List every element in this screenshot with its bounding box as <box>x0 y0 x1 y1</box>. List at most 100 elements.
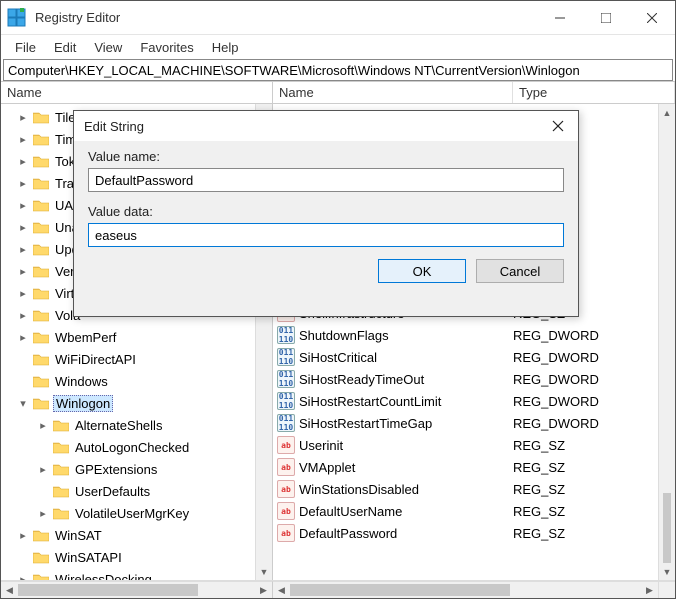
menu-favorites[interactable]: Favorites <box>132 38 201 57</box>
value-type: REG_SZ <box>513 438 675 453</box>
col-header-name[interactable]: Name <box>273 82 513 103</box>
expand-icon[interactable]: ▸ <box>17 155 29 168</box>
folder-icon <box>53 485 69 498</box>
expand-icon[interactable]: ▸ <box>17 573 29 581</box>
tree-item[interactable]: AutoLogonChecked <box>1 436 272 458</box>
expand-icon[interactable]: ▸ <box>37 419 49 432</box>
folder-icon <box>33 529 49 542</box>
cancel-button[interactable]: Cancel <box>476 259 564 283</box>
app-icon <box>7 8 27 28</box>
folder-icon <box>53 463 69 476</box>
tree-header-name[interactable]: Name <box>1 82 241 103</box>
scroll-right-icon[interactable]: ▶ <box>641 582 658 598</box>
scroll-thumb[interactable] <box>663 493 671 563</box>
close-button[interactable] <box>629 1 675 35</box>
value-type: REG_DWORD <box>513 416 675 431</box>
size-grip[interactable] <box>658 582 675 598</box>
scroll-up-icon[interactable]: ▲ <box>659 104 675 121</box>
expand-icon[interactable]: ▸ <box>17 331 29 344</box>
tree-item[interactable]: ▸WbemPerf <box>1 326 272 348</box>
tree-item[interactable]: ▾Winlogon <box>1 392 272 414</box>
tree-item[interactable]: ▸ VolatileUserMgrKey <box>1 502 272 524</box>
value-type: REG_SZ <box>513 526 675 541</box>
list-row[interactable]: 011110SiHostReadyTimeOutREG_DWORD <box>273 368 675 390</box>
expand-icon[interactable]: ▸ <box>17 111 29 124</box>
scroll-left-icon[interactable]: ◀ <box>273 582 290 598</box>
expand-icon[interactable]: ▸ <box>17 221 29 234</box>
list-vscrollbar[interactable]: ▲ ▼ <box>658 104 675 580</box>
tree-item[interactable]: WiFiDirectAPI <box>1 348 272 370</box>
tree-item-label: VolatileUserMgrKey <box>73 506 191 521</box>
tree-item-label: AlternateShells <box>73 418 164 433</box>
list-row[interactable]: abDefaultUserNameREG_SZ <box>273 500 675 522</box>
string-value-icon: ab <box>277 480 295 498</box>
expand-icon[interactable]: ▸ <box>17 133 29 146</box>
expand-icon[interactable]: ▸ <box>37 463 49 476</box>
value-name: VMApplet <box>299 460 513 475</box>
minimize-button[interactable] <box>537 1 583 35</box>
list-row[interactable]: abVMAppletREG_SZ <box>273 456 675 478</box>
expand-icon[interactable]: ▸ <box>17 199 29 212</box>
list-row[interactable]: 011110 SiHostRestartTimeGapREG_DWORD <box>273 412 675 434</box>
list-hscrollbar[interactable]: ◀ ▶ <box>273 581 675 598</box>
list-row[interactable]: abUserinitREG_SZ <box>273 434 675 456</box>
col-header-type[interactable]: Type <box>513 82 675 103</box>
scroll-right-icon[interactable]: ▶ <box>255 582 272 598</box>
expand-icon[interactable]: ▸ <box>37 507 49 520</box>
tree-item[interactable]: Windows <box>1 370 272 392</box>
value-type: REG_SZ <box>513 504 675 519</box>
expand-icon[interactable]: ▸ <box>17 309 29 322</box>
expand-icon[interactable]: ▸ <box>17 287 29 300</box>
tree-item-label: Windows <box>53 374 110 389</box>
expand-icon[interactable]: ▸ <box>17 529 29 542</box>
tree-item[interactable]: WinSATAPI <box>1 546 272 568</box>
tree-item-label: WiFiDirectAPI <box>53 352 138 367</box>
scroll-thumb[interactable] <box>290 584 510 596</box>
list-row[interactable]: abWinStationsDisabledREG_SZ <box>273 478 675 500</box>
tree-item[interactable]: ▸WirelessDocking <box>1 568 272 580</box>
folder-icon <box>33 265 49 278</box>
value-name: SiHostRestartTimeGap <box>299 416 513 431</box>
tree-hscrollbar[interactable]: ◀ ▶ <box>1 581 273 598</box>
expand-icon[interactable]: ▸ <box>17 243 29 256</box>
tree-item-label: AutoLogonChecked <box>73 440 191 455</box>
tree-item[interactable]: UserDefaults <box>1 480 272 502</box>
value-name: ShutdownFlags <box>299 328 513 343</box>
value-name-input[interactable] <box>88 168 564 192</box>
menu-edit[interactable]: Edit <box>46 38 84 57</box>
dialog-title: Edit String <box>84 119 538 134</box>
value-name-label: Value name: <box>88 149 564 164</box>
list-row[interactable]: 011110ShutdownFlagsREG_DWORD <box>273 324 675 346</box>
menu-help[interactable]: Help <box>204 38 247 57</box>
value-type: REG_DWORD <box>513 350 675 365</box>
tree-item[interactable]: ▸WinSAT <box>1 524 272 546</box>
value-name: SiHostRestartCountLimit <box>299 394 513 409</box>
dialog-titlebar[interactable]: Edit String <box>74 111 578 141</box>
scroll-thumb[interactable] <box>18 584 198 596</box>
value-name: SiHostCritical <box>299 350 513 365</box>
menu-file[interactable]: File <box>7 38 44 57</box>
dialog-close-button[interactable] <box>538 111 578 141</box>
list-row[interactable]: 011110SiHostRestartCountLimitREG_DWORD <box>273 390 675 412</box>
maximize-button[interactable] <box>583 1 629 35</box>
scroll-left-icon[interactable]: ◀ <box>1 582 18 598</box>
expand-icon[interactable]: ▾ <box>17 397 29 410</box>
binary-value-icon: 011110 <box>277 414 295 432</box>
list-row[interactable]: abDefaultPasswordREG_SZ <box>273 522 675 544</box>
expand-icon[interactable]: ▸ <box>17 265 29 278</box>
list-row[interactable]: 011110SiHostCriticalREG_DWORD <box>273 346 675 368</box>
string-value-icon: ab <box>277 436 295 454</box>
folder-icon <box>33 243 49 256</box>
value-data-input[interactable] <box>88 223 564 247</box>
address-bar[interactable]: Computer\HKEY_LOCAL_MACHINE\SOFTWARE\Mic… <box>3 59 673 81</box>
expand-icon[interactable]: ▸ <box>17 177 29 190</box>
scroll-down-icon[interactable]: ▼ <box>256 563 272 580</box>
value-type: REG_DWORD <box>513 372 675 387</box>
menu-view[interactable]: View <box>86 38 130 57</box>
tree-item-label: UserDefaults <box>73 484 152 499</box>
tree-item[interactable]: ▸GPExtensions <box>1 458 272 480</box>
ok-button[interactable]: OK <box>378 259 466 283</box>
edit-string-dialog: Edit String Value name: Value data: OK C… <box>73 110 579 317</box>
scroll-down-icon[interactable]: ▼ <box>659 563 675 580</box>
tree-item[interactable]: ▸ AlternateShells <box>1 414 272 436</box>
